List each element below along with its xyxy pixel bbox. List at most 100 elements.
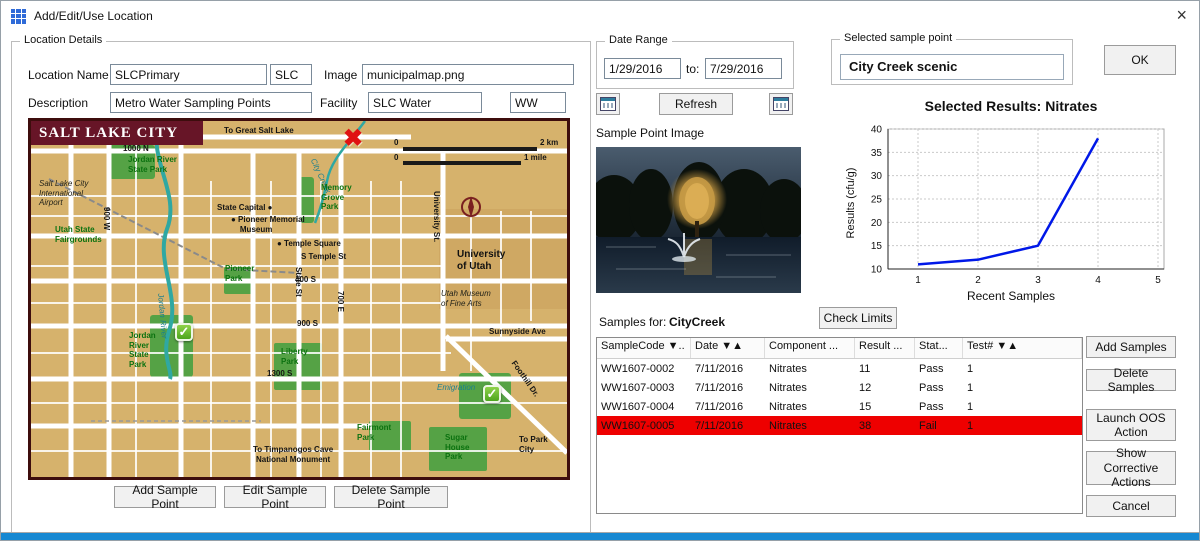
column-header[interactable]: Date ▼▲ (691, 338, 765, 358)
calendar-icon (600, 97, 616, 111)
sample-cell: Pass (915, 401, 963, 413)
add-samples-button[interactable]: Add Samples (1086, 336, 1176, 358)
map-label: State Capital ● (217, 203, 273, 213)
map-label: 0 (394, 153, 398, 163)
map-label: Salt Lake City International Airport (39, 179, 88, 208)
map-label: Jordan River State Park (129, 331, 156, 369)
calendar-from-button[interactable] (596, 93, 620, 115)
sample-cell: Nitrates (765, 420, 855, 432)
sample-row[interactable]: WW1607-00037/11/2016Nitrates12Pass1 (597, 378, 1082, 397)
sample-point-marker-icon[interactable]: ✓ (483, 385, 501, 403)
map-label: 900 W (101, 207, 111, 230)
map-label: 0 (394, 138, 398, 148)
location-map[interactable]: SALT LAKE CITY To Great Salt Lake1000 NJ… (28, 118, 570, 480)
map-labels-layer: To Great Salt Lake1000 NJordan River Sta… (31, 121, 567, 477)
image-input[interactable] (362, 64, 574, 85)
map-label: State St (293, 267, 303, 297)
sample-cell: Nitrates (765, 363, 855, 375)
delete-sample-point-button[interactable]: Delete Sample Point (334, 486, 448, 508)
map-title-banner: SALT LAKE CITY (31, 121, 203, 145)
map-label: Memory Grove Park (321, 183, 352, 212)
sample-point-image-caption: Sample Point Image (596, 126, 704, 140)
sample-cell: Nitrates (765, 382, 855, 394)
location-name-label: Location Name (28, 68, 109, 82)
location-details-label: Location Details (20, 34, 106, 46)
map-label: Sunnyside Ave (489, 327, 546, 337)
column-header[interactable]: Component ... (765, 338, 855, 358)
sample-point-marker-icon[interactable]: ✓ (175, 323, 193, 341)
bottom-accent-strip (1, 532, 1199, 540)
x-tick-label: 5 (1155, 275, 1161, 286)
deleted-point-marker-icon[interactable]: ✖ (343, 127, 363, 151)
sample-point-photo (596, 147, 801, 293)
map-label: ● Temple Square (277, 239, 341, 249)
y-tick-label: 30 (871, 171, 883, 182)
map-label: 700 E (335, 291, 345, 312)
results-chart: 1234510152025303540 (846, 113, 1176, 313)
selected-sample-point-label: Selected sample point (840, 32, 956, 44)
column-header[interactable]: SampleCode ▼.. (597, 338, 691, 358)
delete-samples-button[interactable]: Delete Samples (1086, 369, 1176, 391)
x-tick-label: 4 (1095, 275, 1101, 286)
sample-cell: Nitrates (765, 401, 855, 413)
date-range-label: Date Range (605, 34, 672, 46)
window-title: Add/Edit/Use Location (34, 9, 153, 23)
map-label: Fairmont Park (357, 423, 391, 442)
map-label: S Temple St (301, 252, 346, 262)
samples-for-value: CityCreek (669, 315, 725, 329)
ok-button[interactable]: OK (1104, 45, 1176, 75)
sample-cell: 1 (963, 401, 1082, 413)
description-label: Description (28, 96, 88, 110)
title-bar: Add/Edit/Use Location × (1, 1, 1199, 31)
map-label: University St. (431, 191, 441, 242)
sample-cell: WW1607-0003 (597, 382, 691, 394)
sample-cell: 15 (855, 401, 915, 413)
date-to-input[interactable] (705, 58, 782, 79)
date-from-input[interactable] (604, 58, 681, 79)
sample-cell: Fail (915, 420, 963, 432)
facility-code-input[interactable] (510, 92, 566, 113)
selected-sample-point-field[interactable]: City Creek scenic (840, 54, 1064, 80)
facility-label: Facility (320, 96, 357, 110)
close-button[interactable]: × (1176, 5, 1187, 25)
facility-input[interactable] (368, 92, 482, 113)
app-icon (11, 9, 26, 24)
chart-x-axis-label: Recent Samples (846, 289, 1176, 303)
sample-cell: 11 (855, 363, 915, 375)
chart-y-axis-label: Results (cfu/g) (845, 143, 857, 263)
sample-cell: 7/11/2016 (691, 420, 765, 432)
map-label: Emigration (437, 383, 475, 393)
map-label: Utah Museum of Fine Arts (441, 289, 491, 308)
x-tick-label: 2 (975, 275, 981, 286)
cancel-button[interactable]: Cancel (1086, 495, 1176, 517)
y-tick-label: 40 (871, 125, 883, 136)
date-range-group: Date Range to: (596, 41, 794, 89)
add-sample-point-button[interactable]: Add Sample Point (114, 486, 216, 508)
refresh-button[interactable]: Refresh (659, 93, 733, 115)
map-label: To Timpanogos Cave National Monument (253, 445, 333, 464)
show-corrective-actions-button[interactable]: Show Corrective Actions (1086, 451, 1176, 485)
column-header[interactable]: Test# ▼▲ (963, 338, 1082, 358)
sample-row[interactable]: WW1607-00027/11/2016Nitrates11Pass1 (597, 359, 1082, 378)
location-code-input[interactable] (270, 64, 312, 85)
description-input[interactable] (110, 92, 312, 113)
sample-cell: 1 (963, 363, 1082, 375)
map-label: Liberty Park (281, 347, 308, 366)
column-header[interactable]: Result ... (855, 338, 915, 358)
column-header[interactable]: Stat... (915, 338, 963, 358)
map-label: 1300 S (267, 369, 292, 379)
calendar-to-button[interactable] (769, 93, 793, 115)
sample-row[interactable]: WW1607-00047/11/2016Nitrates15Pass1 (597, 397, 1082, 416)
table-header: SampleCode ▼..Date ▼▲Component ...Result… (597, 338, 1082, 359)
map-label: 900 S (297, 319, 318, 329)
location-name-input[interactable] (110, 64, 267, 85)
map-label: To Park City (519, 435, 548, 454)
map-label: Utah State Fairgrounds (55, 225, 102, 244)
y-tick-label: 25 (871, 195, 883, 206)
image-label: Image (324, 68, 357, 82)
sample-row[interactable]: WW1607-00057/11/2016Nitrates38Fail1 (597, 416, 1082, 435)
launch-oos-action-button[interactable]: Launch OOS Action (1086, 409, 1176, 441)
edit-sample-point-button[interactable]: Edit Sample Point (224, 486, 326, 508)
map-label: 2 km (540, 138, 558, 148)
location-details-group: Location Details Location Name Image Des… (11, 41, 591, 535)
